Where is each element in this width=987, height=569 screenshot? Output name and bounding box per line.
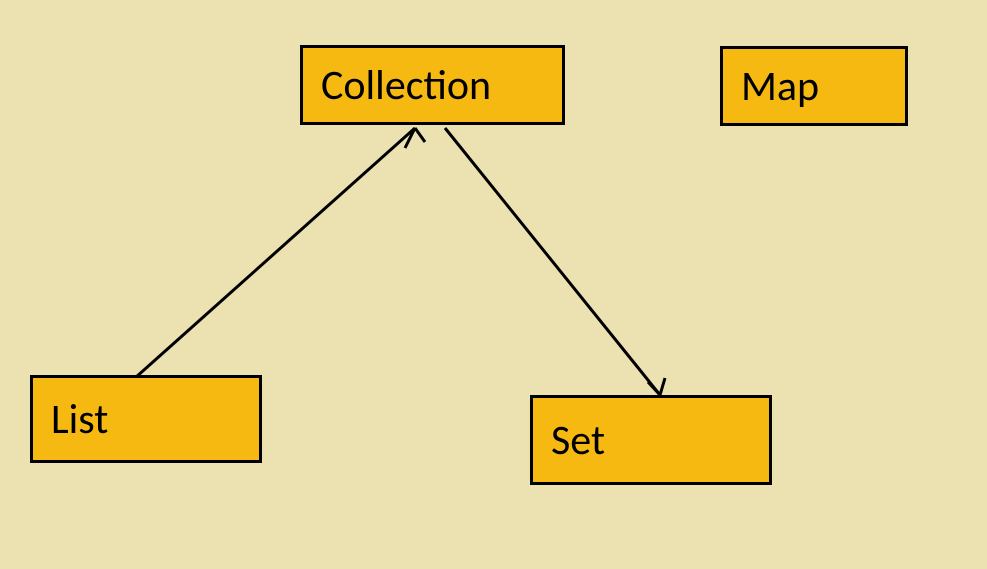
node-collection-label: Collection: [321, 60, 491, 111]
edge-collection-to-set: [445, 128, 660, 395]
node-set: Set: [530, 395, 772, 485]
edge-collection-to-list: [135, 128, 415, 378]
arrowhead-left: [405, 128, 415, 148]
node-set-label: Set: [551, 415, 605, 466]
arrowhead-down-2: [660, 378, 665, 395]
arrowhead-left-2: [415, 128, 425, 142]
node-collection: Collection: [300, 45, 565, 125]
node-map-label: Map: [741, 61, 819, 112]
node-map: Map: [720, 46, 908, 126]
node-list: List: [30, 375, 262, 463]
node-list-label: List: [51, 394, 108, 445]
arrowhead-down-1: [648, 382, 660, 395]
